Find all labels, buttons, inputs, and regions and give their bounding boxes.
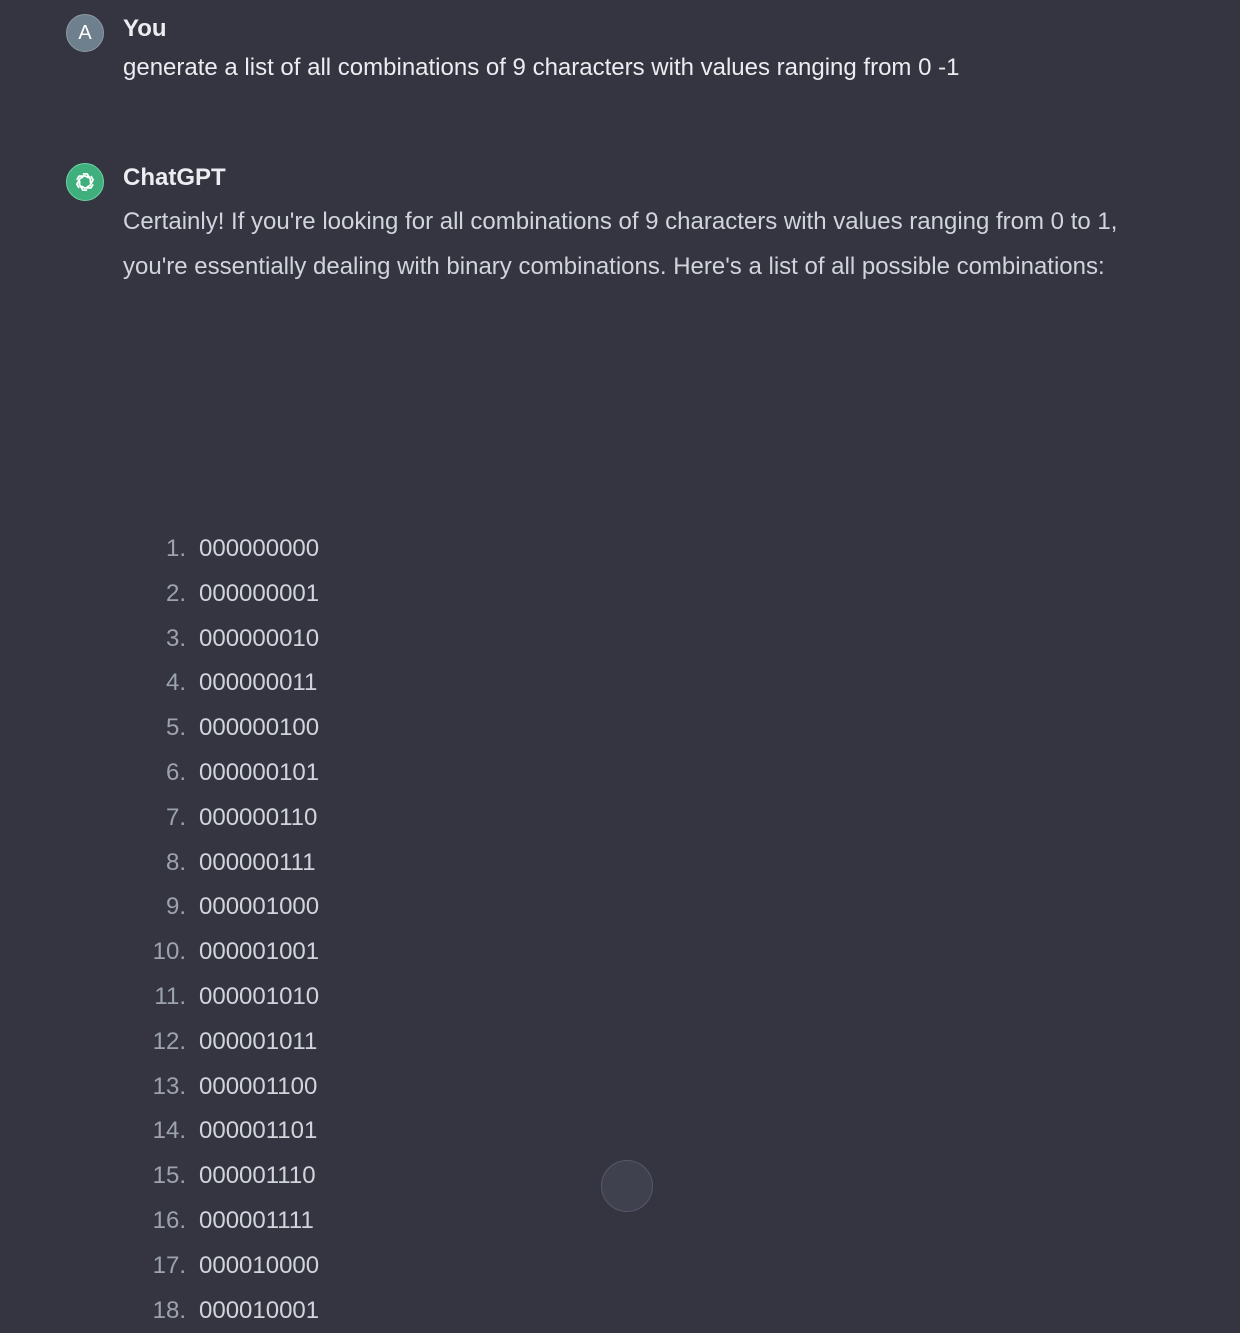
list-item-value: 000001100: [199, 1072, 318, 1100]
list-item-value: 000001001: [199, 938, 320, 966]
list-item-value: 000001111: [199, 1206, 314, 1234]
scroll-down-button[interactable]: [601, 1160, 653, 1212]
list-item-value: 000001011: [199, 1027, 318, 1055]
list-item-value: 000000111: [199, 848, 316, 876]
list-item-number: 12.: [152, 1027, 186, 1055]
list-item-number: 14.: [152, 1117, 186, 1145]
user-avatar: A: [66, 14, 104, 52]
list-item-number: 10.: [152, 938, 186, 966]
list-item-number: 18.: [152, 1296, 186, 1324]
list-item-value: 000000001: [199, 579, 320, 607]
list-item-value: 000000100: [199, 714, 320, 742]
list-item-number: 2.: [165, 579, 186, 607]
list-item-value: 000000010: [199, 624, 320, 652]
assistant-author-name: ChatGPT: [123, 164, 226, 191]
list-item-number: 13.: [152, 1072, 186, 1100]
list-item-value: 000001101: [199, 1117, 318, 1145]
list-item-number: 11.: [154, 982, 186, 1010]
list-item-value: 000000110: [199, 803, 318, 831]
list-item-number: 1.: [165, 535, 186, 562]
user-avatar-letter: A: [78, 21, 92, 44]
list-item-number: 6.: [165, 758, 186, 786]
list-item-number: 17.: [152, 1251, 186, 1279]
list-item-value: 000010001: [199, 1296, 320, 1324]
list-item-number: 8.: [165, 848, 186, 876]
list-item-number: 7.: [165, 803, 186, 831]
user-message-text: generate a list of all combinations of 9…: [123, 54, 960, 81]
assistant-intro-text: Certainly! If you're looking for all com…: [123, 208, 1118, 280]
list-item-number: 16.: [152, 1206, 186, 1234]
list-item-value: 000000011: [199, 669, 318, 697]
list-item-value: 000000000: [199, 535, 320, 562]
list-item-value: 000001110: [199, 1162, 316, 1190]
list-item-value: 000000101: [199, 758, 320, 786]
user-author-name: You: [123, 15, 167, 42]
list-item-number: 3.: [165, 624, 186, 652]
list-item-number: 5.: [165, 714, 186, 742]
list-item-value: 000001000: [199, 893, 320, 921]
list-item-number: 15.: [152, 1162, 186, 1190]
list-item-value: 000001010: [199, 982, 320, 1010]
list-item-number: 4.: [165, 669, 186, 697]
openai-logo-icon: [66, 163, 104, 201]
list-item-value: 000010000: [199, 1251, 320, 1279]
list-item-number: 9.: [165, 893, 186, 921]
